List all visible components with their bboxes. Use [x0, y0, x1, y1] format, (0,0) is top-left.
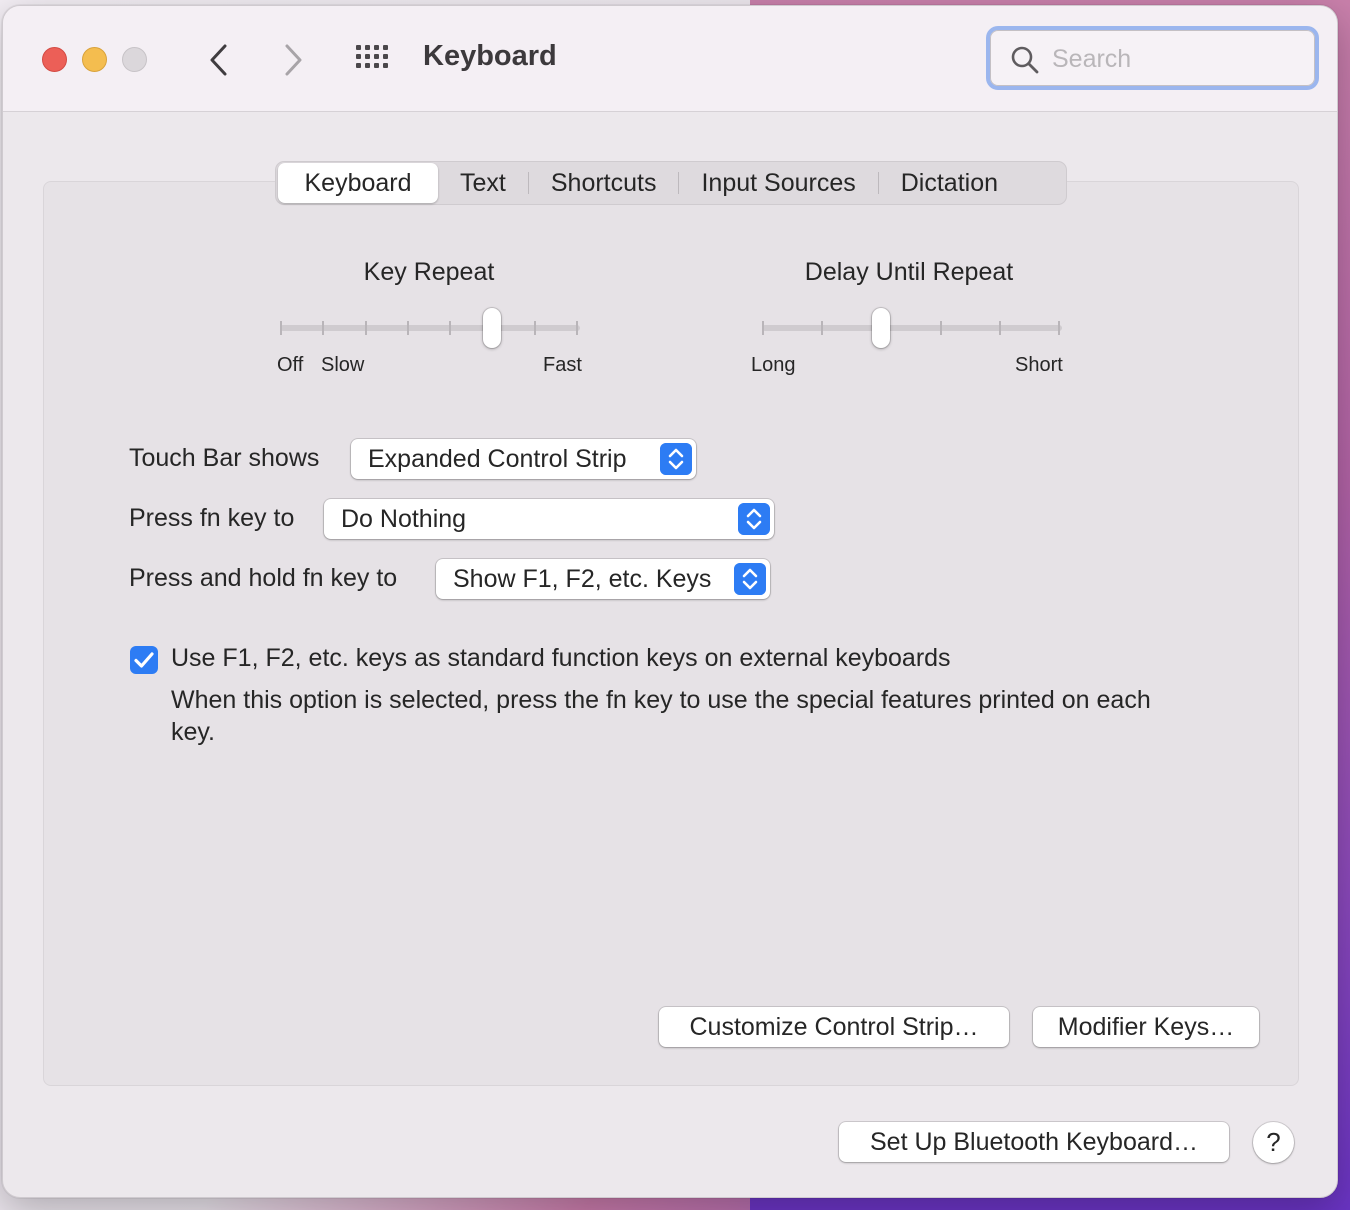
- close-button[interactable]: [42, 47, 67, 72]
- function-keys-description: When this option is selected, press the …: [171, 686, 1151, 746]
- hold-fn-label: Press and hold fn key to: [129, 564, 398, 592]
- updown-chevron-icon: [738, 503, 770, 535]
- delay-long-label: Long: [751, 354, 796, 376]
- delay-until-repeat-tick: [998, 321, 1001, 335]
- touch-bar-popup[interactable]: Expanded Control Strip: [351, 439, 696, 479]
- key-repeat-off-label: Off: [277, 354, 304, 376]
- key-repeat-fast-label: Fast: [543, 354, 582, 376]
- fn-key-value: Do Nothing: [341, 504, 467, 533]
- function-keys-label[interactable]: Use F1, F2, etc. keys as standard functi…: [171, 644, 951, 673]
- zoom-button[interactable]: [122, 47, 147, 72]
- minimize-button[interactable]: [82, 47, 107, 72]
- key-repeat-tick: [364, 321, 367, 335]
- key-repeat-thumb[interactable]: [483, 308, 502, 348]
- tab-shortcuts[interactable]: Shortcuts: [529, 163, 679, 203]
- tab-keyboard[interactable]: Keyboard: [278, 163, 438, 203]
- key-repeat-tick: [576, 321, 578, 335]
- chevron-right-icon: [285, 44, 302, 76]
- tab-input-sources[interactable]: Input Sources: [679, 163, 877, 203]
- help-button[interactable]: ?: [1253, 1122, 1294, 1163]
- window-title: Keyboard: [423, 40, 557, 72]
- search-field[interactable]: [986, 26, 1319, 90]
- key-repeat-tick: [322, 321, 325, 335]
- chevron-left-icon: [210, 44, 227, 76]
- function-keys-checkbox[interactable]: [130, 646, 158, 674]
- search-input[interactable]: [1052, 40, 1302, 78]
- preferences-window: Keyboard Keyboard Text Shortcuts Input S…: [2, 5, 1338, 1198]
- checkmark-icon: [134, 652, 154, 668]
- key-repeat-tick: [533, 321, 536, 335]
- key-repeat-tick: [449, 321, 452, 335]
- fn-key-popup[interactable]: Do Nothing: [324, 499, 774, 539]
- delay-until-repeat-title: Delay Until Repeat: [804, 258, 1014, 286]
- touch-bar-value: Expanded Control Strip: [368, 444, 627, 473]
- customize-control-strip-button[interactable]: Customize Control Strip…: [659, 1007, 1009, 1047]
- delay-until-repeat-tick: [821, 321, 824, 335]
- updown-chevron-icon: [734, 563, 766, 595]
- show-all-button[interactable]: [353, 42, 393, 78]
- delay-until-repeat-tick: [939, 321, 942, 335]
- key-repeat-tick: [280, 321, 282, 335]
- tab-text[interactable]: Text: [438, 163, 528, 203]
- hold-fn-popup[interactable]: Show F1, F2, etc. Keys: [436, 559, 770, 599]
- delay-short-label: Short: [1015, 354, 1063, 376]
- search-icon: [1011, 46, 1039, 74]
- delay-until-repeat-tick: [762, 321, 764, 335]
- setup-bluetooth-keyboard-button[interactable]: Set Up Bluetooth Keyboard…: [839, 1122, 1229, 1162]
- forward-button[interactable]: [273, 40, 313, 80]
- title-bar: Keyboard: [3, 6, 1337, 112]
- modifier-keys-button[interactable]: Modifier Keys…: [1033, 1007, 1259, 1047]
- key-repeat-tick: [406, 321, 409, 335]
- back-button[interactable]: [199, 40, 239, 80]
- delay-until-repeat-track[interactable]: [762, 325, 1062, 331]
- tab-dictation[interactable]: Dictation: [879, 163, 1020, 203]
- fn-key-label: Press fn key to: [129, 504, 295, 532]
- content-panel: [43, 181, 1299, 1086]
- hold-fn-value: Show F1, F2, etc. Keys: [453, 564, 712, 593]
- key-repeat-slow-label: Slow: [321, 354, 365, 376]
- updown-chevron-icon: [660, 443, 692, 475]
- tab-bar: Keyboard Text Shortcuts Input Sources Di…: [275, 161, 1067, 205]
- touch-bar-label: Touch Bar shows: [129, 444, 320, 472]
- delay-until-repeat-thumb[interactable]: [872, 308, 891, 348]
- key-repeat-title: Key Repeat: [363, 258, 495, 286]
- delay-until-repeat-tick: [1058, 321, 1060, 335]
